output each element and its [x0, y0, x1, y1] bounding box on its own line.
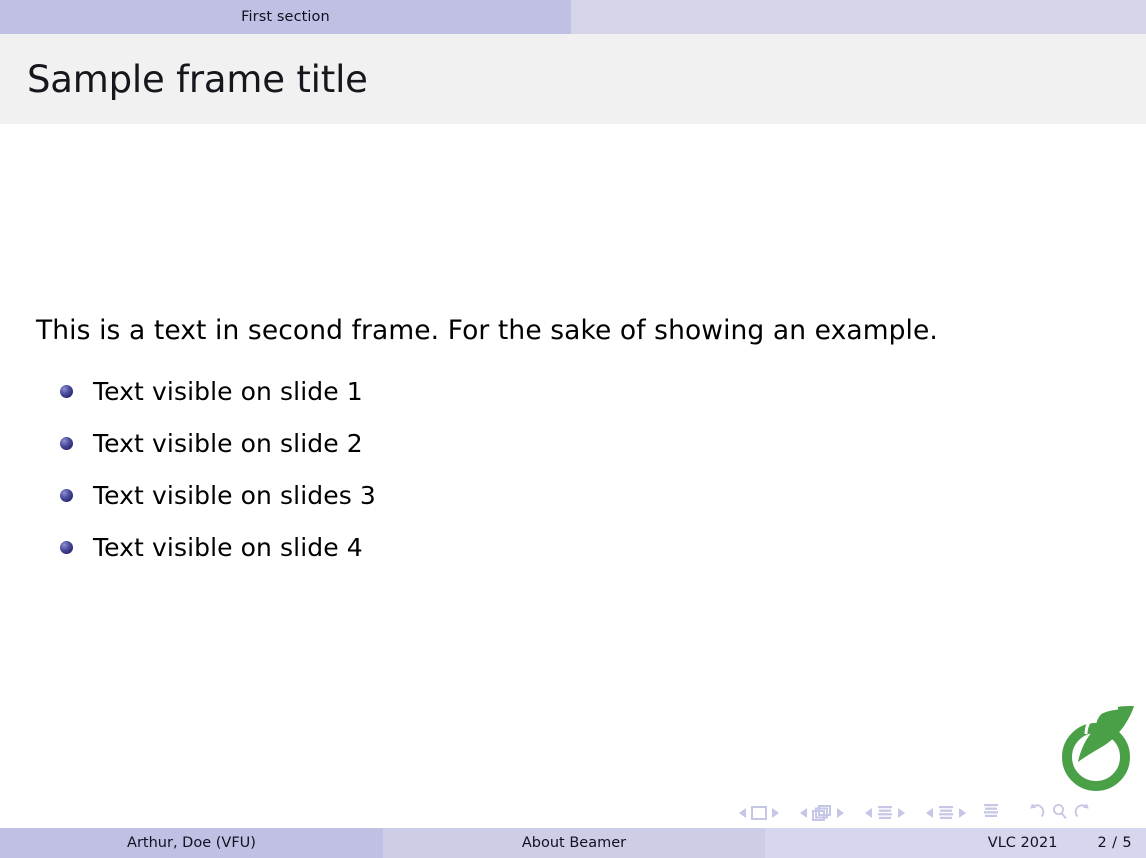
intro-paragraph: This is a text in second frame. For the …	[36, 315, 938, 346]
prev-slide-icon[interactable]	[739, 808, 747, 818]
navbar-section-remaining[interactable]	[571, 0, 1146, 34]
forward-icon[interactable]	[1071, 803, 1094, 824]
next-slide-icon[interactable]	[771, 808, 779, 818]
section-nav-group	[922, 805, 970, 821]
history-nav-group	[1025, 803, 1094, 824]
subsection-nav-group	[861, 805, 909, 821]
prev-subsection-icon[interactable]	[865, 808, 873, 818]
beamer-slide: First section Sample frame title This is…	[0, 0, 1146, 858]
list-item: Text visible on slide 1	[60, 365, 376, 417]
next-subsection-icon[interactable]	[897, 808, 905, 818]
list-item-label: Text visible on slide 4	[93, 532, 363, 562]
subsection-icon[interactable]	[877, 805, 893, 821]
slide-nav-group	[735, 806, 783, 820]
navbar-section-first-section[interactable]: First section	[0, 0, 571, 34]
list-item: Text visible on slide 4	[60, 521, 376, 573]
prev-frame-icon[interactable]	[800, 808, 808, 818]
frame-title-bar: Sample frame title	[0, 34, 1146, 124]
overleaf-logo-icon	[1056, 700, 1140, 792]
bullet-sphere-icon	[60, 436, 73, 450]
bullet-sphere-icon	[60, 488, 73, 502]
slide-footer: Arthur, Doe (VFU) About Beamer VLC 2021 …	[0, 828, 1146, 858]
list-item: Text visible on slides 3	[60, 469, 376, 521]
back-icon[interactable]	[1025, 803, 1048, 824]
list-item-label: Text visible on slide 2	[93, 428, 363, 458]
footer-page-number: 2 / 5	[1097, 835, 1132, 851]
footer-short-title-label: About Beamer	[521, 835, 627, 851]
frame-title: Sample frame title	[27, 57, 368, 101]
list-item-label: Text visible on slides 3	[93, 480, 376, 510]
bullet-sphere-icon	[60, 540, 73, 554]
navbar-section-label: First section	[241, 9, 330, 25]
bullet-sphere-icon	[60, 384, 73, 398]
bullet-list: Text visible on slide 1 Text visible on …	[60, 365, 376, 573]
footer-date-segment: VLC 2021 2 / 5	[765, 828, 1146, 858]
footer-title-segment: About Beamer	[383, 828, 765, 858]
section-icon[interactable]	[938, 805, 954, 821]
presentation-icon[interactable]	[983, 803, 999, 823]
navigation-symbols	[735, 803, 1140, 823]
slide-icon[interactable]	[751, 806, 767, 820]
frame-icon[interactable]	[812, 805, 832, 821]
footer-author-label: Arthur, Doe (VFU)	[127, 835, 256, 851]
footer-date-label: VLC 2021	[987, 835, 1058, 851]
next-frame-icon[interactable]	[836, 808, 844, 818]
slide-body: This is a text in second frame. For the …	[0, 124, 1146, 794]
prev-section-icon[interactable]	[926, 808, 934, 818]
list-item-label: Text visible on slide 1	[93, 376, 363, 406]
next-section-icon[interactable]	[958, 808, 966, 818]
footer-author-segment: Arthur, Doe (VFU)	[0, 828, 383, 858]
search-icon[interactable]	[1048, 803, 1071, 824]
frame-nav-group	[796, 805, 848, 821]
list-item: Text visible on slide 2	[60, 417, 376, 469]
section-navigation-bar: First section	[0, 0, 1146, 34]
